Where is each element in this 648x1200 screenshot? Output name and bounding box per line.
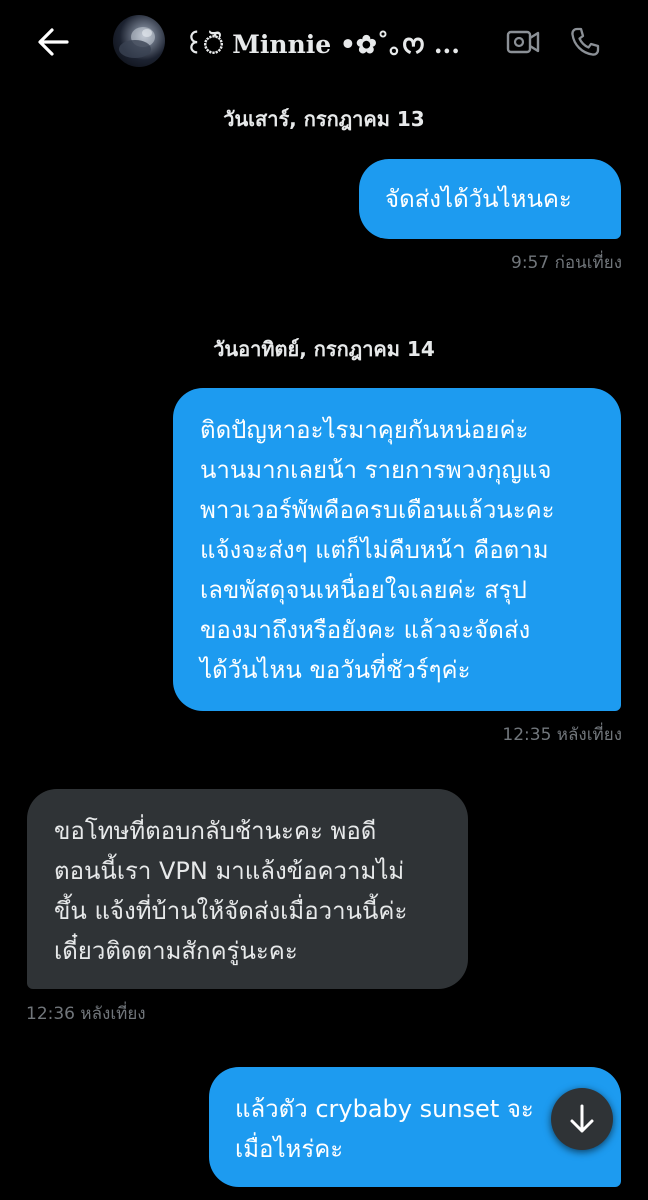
video-call-button[interactable] (500, 20, 546, 64)
back-button[interactable] (28, 20, 78, 64)
avatar-image (119, 27, 155, 58)
chat-header: ꒰ੌ Minnie •✿˚｡ᰔ ... (0, 0, 648, 88)
arrow-left-icon (38, 28, 69, 56)
scroll-to-bottom-button[interactable] (551, 1088, 613, 1150)
avatar[interactable] (113, 15, 165, 67)
voice-call-button[interactable] (562, 20, 608, 64)
message-timestamp: 12:35 หลังเที่ยง (502, 725, 622, 745)
message-timestamp: 9:57 ก่อนเที่ยง (511, 253, 622, 273)
outgoing-message[interactable]: ติดปัญหาอะไรมาคุยกันหน่อยค่ะ นานมากเลยน้… (173, 388, 621, 711)
outgoing-message[interactable]: จัดส่งได้วันไหนคะ (359, 159, 621, 239)
phone-icon (571, 27, 600, 56)
video-camera-icon (506, 30, 540, 54)
arrow-down-icon (570, 1104, 594, 1133)
incoming-message[interactable]: ขอโทษที่ตอบกลับช้านะคะ พอดี ตอนนี้เรา VP… (27, 789, 468, 989)
message-timestamp: 12:36 หลังเที่ยง (26, 1004, 146, 1024)
date-separator: วันเสาร์, กรกฎาคม 13 (223, 107, 425, 131)
contact-name[interactable]: ꒰ੌ Minnie •✿˚｡ᰔ ... (184, 25, 484, 65)
date-separator: วันอาทิตย์, กรกฎาคม 14 (213, 337, 435, 361)
